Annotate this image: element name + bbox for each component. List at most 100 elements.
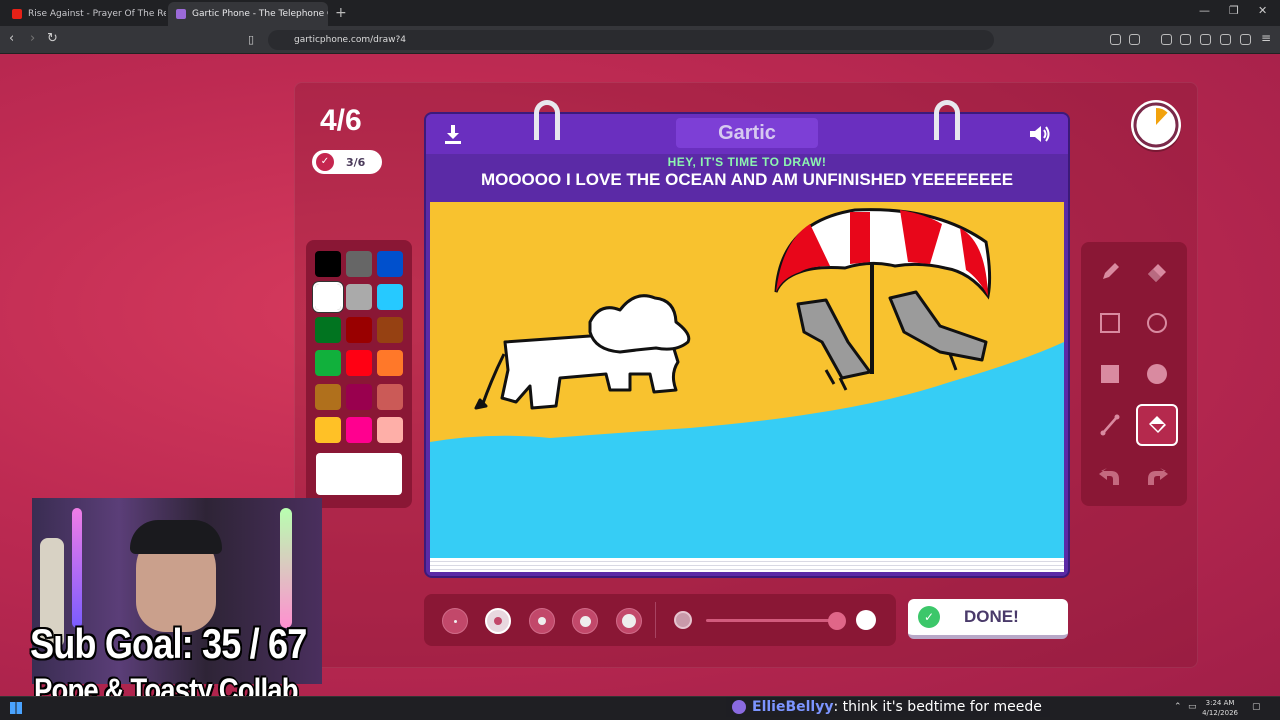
color-swatch[interactable] [377, 284, 403, 310]
reload-icon[interactable]: ↻ [47, 31, 58, 46]
rectangle-tool[interactable] [1090, 303, 1130, 343]
notification-icon[interactable]: ▢ [1252, 702, 1261, 712]
drawing-artwork [430, 208, 1064, 558]
brush-size-5[interactable] [616, 608, 642, 634]
download-icon[interactable] [442, 123, 464, 145]
binder-ring [934, 100, 960, 140]
menu-icon[interactable]: ≡ [1261, 31, 1271, 45]
chat-message: : think it's bedtime for meede [833, 699, 1042, 715]
pencil-tool[interactable] [1090, 252, 1130, 292]
opacity-slider-handle[interactable] [828, 612, 846, 630]
color-swatch[interactable] [346, 251, 372, 277]
bookmark-icon[interactable]: ▯ [248, 33, 254, 46]
color-swatch[interactable] [346, 350, 372, 376]
clock-date: 4/12/2026 [1202, 709, 1238, 717]
tab-gartic-phone[interactable]: Gartic Phone - The Telephone G ✕ [168, 2, 328, 26]
check-icon: ✓ [316, 153, 334, 171]
color-swatch[interactable] [377, 417, 403, 443]
sound-icon[interactable] [1028, 123, 1052, 145]
opacity-min-icon [674, 611, 692, 629]
opacity-slider[interactable] [706, 619, 836, 622]
line-tool[interactable] [1090, 405, 1130, 445]
color-swatch[interactable] [377, 350, 403, 376]
chat-overlay-message: EllieBellyy : think it's bedtime for mee… [726, 697, 1050, 717]
color-swatch[interactable] [315, 317, 341, 343]
check-icon: ✓ [918, 606, 940, 628]
timer-icon [1133, 102, 1179, 148]
rectangle-icon [1100, 313, 1120, 333]
timer [1131, 100, 1181, 150]
color-swatch[interactable] [377, 251, 403, 277]
done-button[interactable]: ✓ DONE! [908, 599, 1068, 639]
leo-icon[interactable] [1220, 34, 1231, 45]
redo-icon [1148, 468, 1168, 485]
book-header: Gartic [426, 114, 1068, 154]
tab-title: Gartic Phone - The Telephone G [192, 9, 328, 19]
color-swatch[interactable] [346, 317, 372, 343]
tray-chevron-icon[interactable]: ⌃ [1174, 702, 1182, 712]
undo-tool[interactable] [1090, 456, 1130, 496]
redo-tool[interactable] [1137, 456, 1177, 496]
windows-taskbar: ⌃ ▭ ▢ [0, 696, 1280, 720]
new-tab-button[interactable]: + [335, 5, 347, 21]
wallet-icon[interactable] [1200, 34, 1211, 45]
color-swatch[interactable] [315, 384, 341, 410]
url-text: garticphone.com/draw?4 [294, 35, 406, 45]
sidebar-icon[interactable] [1180, 34, 1191, 45]
current-color-preview [316, 453, 402, 495]
light-bar [280, 508, 292, 628]
brush-size-1[interactable] [442, 608, 468, 634]
color-swatch[interactable] [346, 384, 372, 410]
forward-icon[interactable]: › [30, 31, 35, 46]
eraser-tool[interactable] [1137, 252, 1177, 292]
brush-size-3[interactable] [529, 608, 555, 634]
brush-size-2[interactable] [485, 608, 511, 634]
drawing-prompt: MOOOOO I LOVE THE OCEAN AND AM UNFINISHE… [480, 170, 1014, 189]
tab-rise-against[interactable]: Rise Against - Prayer Of The Refu [4, 2, 166, 26]
filled-rectangle-icon [1101, 365, 1119, 383]
back-icon[interactable]: ‹ [9, 31, 14, 46]
ellipse-tool[interactable] [1137, 303, 1177, 343]
extension-icon[interactable] [1110, 34, 1121, 45]
color-swatch[interactable] [377, 384, 403, 410]
browser-toolbar: ‹ › ↻ ▯ garticphone.com/draw?4 ≡ [0, 26, 1280, 54]
line-icon [1100, 414, 1120, 436]
tab-title: Rise Against - Prayer Of The Refu [28, 9, 166, 19]
color-swatch[interactable] [315, 417, 341, 443]
brush-size-4[interactable] [572, 608, 598, 634]
drawing-book: Gartic HEY, IT'S TIME TO DRAW! MOOOOO I … [424, 100, 1070, 578]
windows-start-icon[interactable] [10, 702, 22, 714]
restore-icon[interactable]: ❐ [1229, 4, 1239, 17]
close-window-icon[interactable]: ✕ [1258, 4, 1267, 17]
paint-bucket-icon [1149, 416, 1166, 433]
round-counter: 4/6 [320, 104, 362, 137]
color-swatch[interactable] [377, 317, 403, 343]
chat-username: EllieBellyy [752, 699, 834, 715]
drawing-canvas[interactable] [430, 202, 1064, 558]
color-swatch[interactable] [346, 417, 372, 443]
draw-hint: HEY, IT'S TIME TO DRAW! [667, 155, 827, 169]
filled-rectangle-tool[interactable] [1090, 354, 1130, 394]
color-swatch[interactable] [315, 251, 341, 277]
minimize-icon[interactable]: — [1199, 4, 1210, 17]
opacity-max-icon [856, 610, 876, 630]
color-swatch[interactable] [313, 282, 343, 312]
divider [655, 602, 656, 638]
beanie [130, 520, 222, 554]
vpn-icon[interactable] [1240, 34, 1251, 45]
youtube-icon [12, 9, 22, 19]
filled-ellipse-tool[interactable] [1137, 354, 1177, 394]
filled-ellipse-icon [1147, 364, 1167, 384]
players-done-count: 3/6 [346, 155, 366, 169]
address-bar[interactable]: garticphone.com/draw?4 [268, 30, 994, 50]
brush-size-bar [424, 594, 896, 646]
clock-time: 3:24 AM [1205, 699, 1235, 707]
ellipse-icon [1147, 313, 1167, 333]
fill-tool[interactable] [1136, 404, 1178, 446]
network-icon[interactable]: ▭ [1188, 702, 1197, 712]
media-icon[interactable] [1161, 34, 1172, 45]
gartic-icon [176, 9, 186, 19]
extension-icon[interactable] [1129, 34, 1140, 45]
color-swatch[interactable] [346, 284, 372, 310]
color-swatch[interactable] [315, 350, 341, 376]
